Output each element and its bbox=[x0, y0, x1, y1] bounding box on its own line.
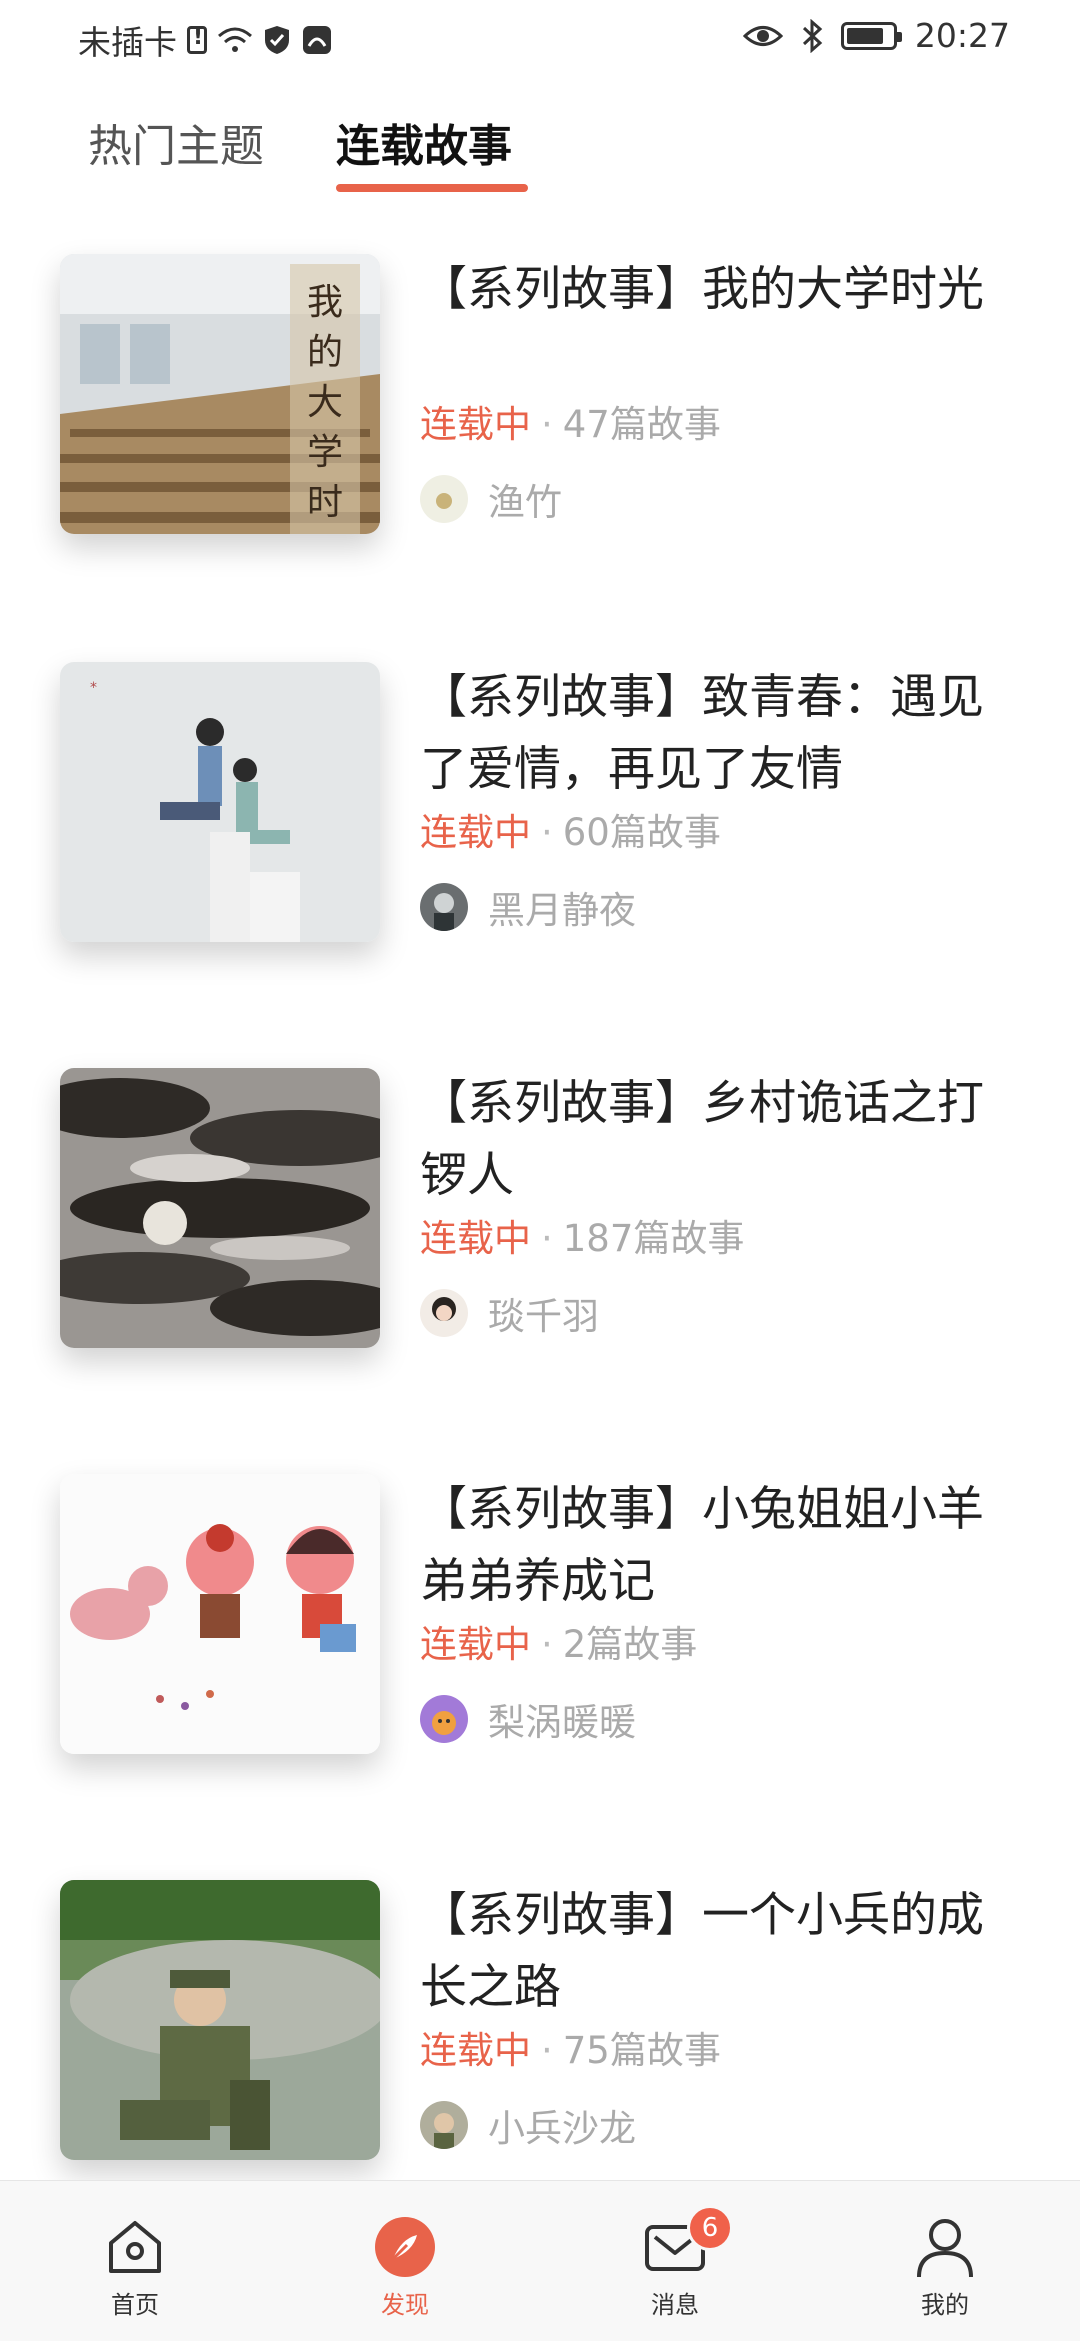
story-author[interactable]: 渔竹 bbox=[420, 472, 562, 526]
story-count: 75篇故事 bbox=[562, 2029, 721, 2072]
eye-icon bbox=[742, 25, 783, 46]
story-cover[interactable]: 我 的 大 学 时 bbox=[60, 254, 380, 534]
svg-text:时: 时 bbox=[307, 482, 343, 523]
nav-messages-label: 消息 bbox=[651, 2291, 699, 2319]
story-status: 连载中 bbox=[420, 1217, 531, 1260]
nav-home[interactable]: 首页 bbox=[75, 2215, 195, 2320]
sim-alert-icon bbox=[187, 25, 207, 54]
story-item[interactable]: 【系列故事】小兔姐姐小羊弟弟养成记 连载中 · 2篇故事 梨涡暖暖 bbox=[0, 1474, 1080, 1774]
battery-icon bbox=[840, 21, 902, 50]
avatar[interactable] bbox=[420, 475, 468, 523]
wifi-icon bbox=[218, 27, 252, 52]
story-author[interactable]: 琰千羽 bbox=[420, 1286, 599, 1340]
tab-bar: 热门主题 连载故事 bbox=[0, 100, 1080, 200]
story-meta: 连载中 · 75篇故事 bbox=[420, 2020, 721, 2074]
nav-discover[interactable]: 发现 bbox=[345, 2215, 465, 2320]
compass-icon bbox=[375, 2217, 435, 2277]
nav-home-label: 首页 bbox=[111, 2291, 159, 2319]
story-cover[interactable] bbox=[60, 1880, 380, 2160]
svg-text:*: * bbox=[90, 680, 97, 696]
meta-separator: · bbox=[541, 1623, 553, 1666]
story-status: 连载中 bbox=[420, 1623, 531, 1666]
meta-separator: · bbox=[541, 2029, 553, 2072]
shield-icon bbox=[265, 26, 289, 54]
story-count: 187篇故事 bbox=[562, 1217, 745, 1260]
story-author[interactable]: 小兵沙龙 bbox=[420, 2098, 636, 2152]
svg-text:学: 学 bbox=[307, 432, 343, 473]
story-count: 60篇故事 bbox=[562, 811, 721, 854]
story-item[interactable]: 【系列故事】一个小兵的成长之路 连载中 · 75篇故事 小兵沙龙 bbox=[0, 1880, 1080, 2180]
story-count: 2篇故事 bbox=[562, 1623, 698, 1666]
story-meta: 连载中 · 187篇故事 bbox=[420, 1208, 744, 1262]
meta-separator: · bbox=[541, 1217, 553, 1260]
story-count: 47篇故事 bbox=[562, 403, 721, 446]
svg-text:大: 大 bbox=[307, 382, 343, 423]
story-item[interactable]: 【系列故事】乡村诡话之打锣人 连载中 · 187篇故事 琰千羽 bbox=[0, 1068, 1080, 1368]
meta-separator: · bbox=[541, 811, 553, 854]
author-name[interactable]: 渔竹 bbox=[488, 472, 562, 526]
story-author[interactable]: 黑月静夜 bbox=[420, 880, 636, 934]
svg-text:我: 我 bbox=[307, 282, 343, 323]
tab-hot-topics[interactable]: 热门主题 bbox=[88, 110, 264, 174]
unread-badge: 6 bbox=[687, 2205, 733, 2251]
story-status: 连载中 bbox=[420, 403, 531, 446]
home-icon bbox=[109, 2221, 161, 2273]
nav-profile[interactable]: 我的 bbox=[885, 2215, 1005, 2320]
avatar[interactable] bbox=[420, 2101, 468, 2149]
avatar[interactable] bbox=[420, 1695, 468, 1743]
story-title[interactable]: 【系列故事】乡村诡话之打锣人 bbox=[420, 1068, 1020, 1212]
nav-profile-label: 我的 bbox=[921, 2291, 969, 2319]
story-title[interactable]: 【系列故事】我的大学时光 bbox=[420, 254, 1020, 398]
story-title[interactable]: 【系列故事】致青春：遇见了爱情，再见了友情 bbox=[420, 662, 1020, 806]
story-meta: 连载中 · 47篇故事 bbox=[420, 394, 721, 448]
story-cover[interactable] bbox=[60, 1474, 380, 1754]
tab-serial-stories[interactable]: 连载故事 bbox=[336, 110, 512, 174]
nav-discover-label: 发现 bbox=[381, 2291, 429, 2319]
story-item[interactable]: 我 的 大 学 时 【系列故事】我的大学时光 连载中 · 47篇故事 渔竹 bbox=[0, 254, 1080, 554]
story-item[interactable]: * 【系列故事】致青春：遇见了爱情，再见了友情 连载中 · 60篇故事 黑月静夜 bbox=[0, 662, 1080, 962]
status-bar: 未插卡 20:27 bbox=[0, 0, 1080, 72]
story-title[interactable]: 【系列故事】一个小兵的成长之路 bbox=[420, 1880, 1020, 2024]
story-meta: 连载中 · 60篇故事 bbox=[420, 802, 721, 856]
active-tab-indicator bbox=[336, 184, 528, 192]
story-status: 连载中 bbox=[420, 2029, 531, 2072]
author-name[interactable]: 小兵沙龙 bbox=[488, 2098, 636, 2152]
avatar[interactable] bbox=[420, 1289, 468, 1337]
user-icon bbox=[917, 2219, 973, 2278]
app-icon bbox=[303, 26, 331, 54]
story-author[interactable]: 梨涡暖暖 bbox=[420, 1692, 636, 1746]
story-cover[interactable]: * bbox=[60, 662, 380, 942]
story-meta: 连载中 · 2篇故事 bbox=[420, 1614, 697, 1668]
meta-separator: · bbox=[541, 403, 553, 446]
author-name[interactable]: 梨涡暖暖 bbox=[488, 1692, 636, 1746]
bluetooth-icon bbox=[802, 18, 823, 53]
svg-text:的: 的 bbox=[307, 332, 343, 373]
clock-text: 20:27 bbox=[914, 16, 1010, 55]
author-name[interactable]: 琰千羽 bbox=[488, 1286, 599, 1340]
avatar[interactable] bbox=[420, 883, 468, 931]
nav-messages[interactable]: 6 消息 bbox=[615, 2205, 735, 2320]
story-title[interactable]: 【系列故事】小兔姐姐小羊弟弟养成记 bbox=[420, 1474, 1020, 1618]
bottom-navigation: 首页 发现 6 消息 我的 bbox=[0, 2180, 1080, 2341]
carrier-text: 未插卡 bbox=[78, 23, 177, 62]
story-status: 连载中 bbox=[420, 811, 531, 854]
story-cover[interactable] bbox=[60, 1068, 380, 1348]
author-name[interactable]: 黑月静夜 bbox=[488, 880, 636, 934]
